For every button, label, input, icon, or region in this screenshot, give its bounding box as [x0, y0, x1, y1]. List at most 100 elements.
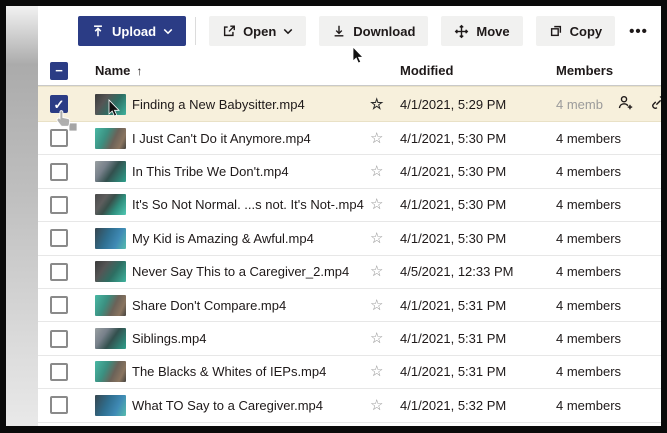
app-window: Upload Open: [6, 6, 661, 426]
row-checkbox[interactable]: [50, 330, 68, 348]
modified-date: 4/5/2021, 12:33 PM: [400, 264, 556, 279]
video-thumbnail: [95, 94, 126, 115]
row-checkbox[interactable]: [50, 296, 68, 314]
video-thumbnail: [95, 361, 126, 382]
table-row[interactable]: Share Don't Compare.mp4 ☆ 4/1/2021, 5:31…: [38, 289, 661, 322]
table-row[interactable]: I Just Can't Do it Anymore.mp4 ☆ 4/1/202…: [38, 122, 661, 155]
star-icon[interactable]: ☆: [370, 264, 400, 279]
star-icon[interactable]: ☆: [370, 97, 400, 112]
file-name[interactable]: What TO Say to a Caregiver.mp4: [132, 398, 370, 413]
upload-label: Upload: [112, 24, 156, 39]
file-name[interactable]: I Just Can't Do it Anymore.mp4: [132, 131, 370, 146]
members-count[interactable]: 4 members: [556, 264, 621, 279]
table-row[interactable]: It's So Not Normal. ...s not. It's Not-.…: [38, 189, 661, 222]
download-label: Download: [353, 24, 415, 39]
members-count[interactable]: 4 members: [556, 131, 621, 146]
table-row[interactable]: Never Say This to a Caregiver_2.mp4 ☆ 4/…: [38, 256, 661, 289]
row-checkbox[interactable]: [50, 396, 68, 414]
members-count[interactable]: 4 members: [556, 298, 621, 313]
table-row[interactable]: ✓ Finding a New Babysitter.mp4 ☆ 4/1/202…: [38, 86, 661, 122]
star-icon[interactable]: ☆: [370, 164, 400, 179]
copy-button[interactable]: Copy: [536, 16, 616, 46]
star-icon[interactable]: ☆: [370, 197, 400, 212]
members-count[interactable]: 4 memb: [556, 97, 603, 112]
window-edge-gutter: [6, 6, 38, 426]
members-count[interactable]: 4 members: [556, 398, 621, 413]
video-thumbnail: [95, 261, 126, 282]
file-name[interactable]: Share Don't Compare.mp4: [132, 298, 370, 313]
chevron-down-icon: [283, 28, 293, 35]
sort-up-icon: ↑: [136, 64, 142, 78]
row-checkbox[interactable]: ✓: [50, 95, 68, 113]
table-row[interactable]: What TO Say to a Caregiver.mp4 ☆ 4/1/202…: [38, 389, 661, 422]
members-count[interactable]: 4 members: [556, 197, 621, 212]
move-button[interactable]: Move: [441, 16, 522, 46]
modified-date: 4/1/2021, 5:32 PM: [400, 398, 556, 413]
link-icon[interactable]: [650, 94, 661, 114]
video-thumbnail: [95, 228, 126, 249]
row-checkbox[interactable]: [50, 163, 68, 181]
upload-button[interactable]: Upload: [78, 16, 186, 46]
column-header-members[interactable]: Members: [556, 63, 661, 78]
row-hover-actions: [617, 94, 661, 114]
video-thumbnail: [95, 161, 126, 182]
video-thumbnail: [95, 395, 126, 416]
file-name[interactable]: Siblings.mp4: [132, 331, 370, 346]
move-icon: [454, 24, 469, 39]
modified-date: 4/1/2021, 5:31 PM: [400, 364, 556, 379]
column-header-name[interactable]: Name ↑: [95, 63, 400, 78]
video-thumbnail: [95, 295, 126, 316]
table-header: − Name ↑ Modified Members: [38, 56, 661, 86]
minus-glyph: −: [55, 64, 63, 77]
more-icon: •••: [629, 23, 648, 40]
file-name[interactable]: My Kid is Amazing & Awful.mp4: [132, 231, 370, 246]
table-row[interactable]: Siblings.mp4 ☆ 4/1/2021, 5:31 PM 4 membe…: [38, 322, 661, 355]
check-glyph: ✓: [54, 98, 65, 111]
column-header-modified[interactable]: Modified: [400, 63, 556, 78]
star-icon[interactable]: ☆: [370, 231, 400, 246]
modified-date: 4/1/2021, 5:30 PM: [400, 131, 556, 146]
star-icon[interactable]: ☆: [370, 298, 400, 313]
row-checkbox[interactable]: [50, 263, 68, 281]
members-count[interactable]: 4 members: [556, 331, 621, 346]
screenshot-root: Upload Open: [0, 0, 667, 433]
video-thumbnail: [95, 194, 126, 215]
file-name[interactable]: It's So Not Normal. ...s not. It's Not-.…: [132, 197, 370, 212]
members-count[interactable]: 4 members: [556, 164, 621, 179]
file-name[interactable]: The Blacks & Whites of IEPs.mp4: [132, 364, 370, 379]
star-icon[interactable]: ☆: [370, 131, 400, 146]
row-checkbox[interactable]: [50, 196, 68, 214]
copy-icon: [549, 24, 563, 38]
row-checkbox[interactable]: [50, 129, 68, 147]
open-label: Open: [243, 24, 276, 39]
file-name[interactable]: Never Say This to a Caregiver_2.mp4: [132, 264, 370, 279]
toolbar: Upload Open: [38, 6, 661, 56]
file-name[interactable]: Finding a New Babysitter.mp4: [132, 97, 370, 112]
members-count[interactable]: 4 members: [556, 231, 621, 246]
modified-date: 4/1/2021, 5:30 PM: [400, 231, 556, 246]
more-actions-button[interactable]: •••: [623, 19, 654, 44]
row-checkbox[interactable]: [50, 363, 68, 381]
open-button[interactable]: Open: [209, 16, 306, 46]
star-icon[interactable]: ☆: [370, 364, 400, 379]
modified-date: 4/1/2021, 5:30 PM: [400, 164, 556, 179]
star-icon[interactable]: ☆: [370, 398, 400, 413]
table-row[interactable]: The Blacks & Whites of IEPs.mp4 ☆ 4/1/20…: [38, 356, 661, 389]
download-button[interactable]: Download: [319, 16, 428, 46]
move-label: Move: [476, 24, 509, 39]
file-name[interactable]: In This Tribe We Don't.mp4: [132, 164, 370, 179]
select-all-checkbox[interactable]: −: [50, 62, 68, 80]
modified-date: 4/1/2021, 5:29 PM: [400, 97, 556, 112]
table-row[interactable]: My Kid is Amazing & Awful.mp4 ☆ 4/1/2021…: [38, 222, 661, 255]
row-checkbox[interactable]: [50, 229, 68, 247]
toolbar-divider: [195, 17, 196, 45]
person-add-icon[interactable]: [617, 94, 634, 114]
modified-date: 4/1/2021, 5:31 PM: [400, 331, 556, 346]
table-row[interactable]: In This Tribe We Don't.mp4 ☆ 4/1/2021, 5…: [38, 155, 661, 188]
members-count[interactable]: 4 members: [556, 364, 621, 379]
modified-date: 4/1/2021, 5:30 PM: [400, 197, 556, 212]
chevron-down-icon: [163, 28, 173, 35]
star-icon[interactable]: ☆: [370, 331, 400, 346]
upload-icon: [91, 24, 105, 38]
video-thumbnail: [95, 328, 126, 349]
